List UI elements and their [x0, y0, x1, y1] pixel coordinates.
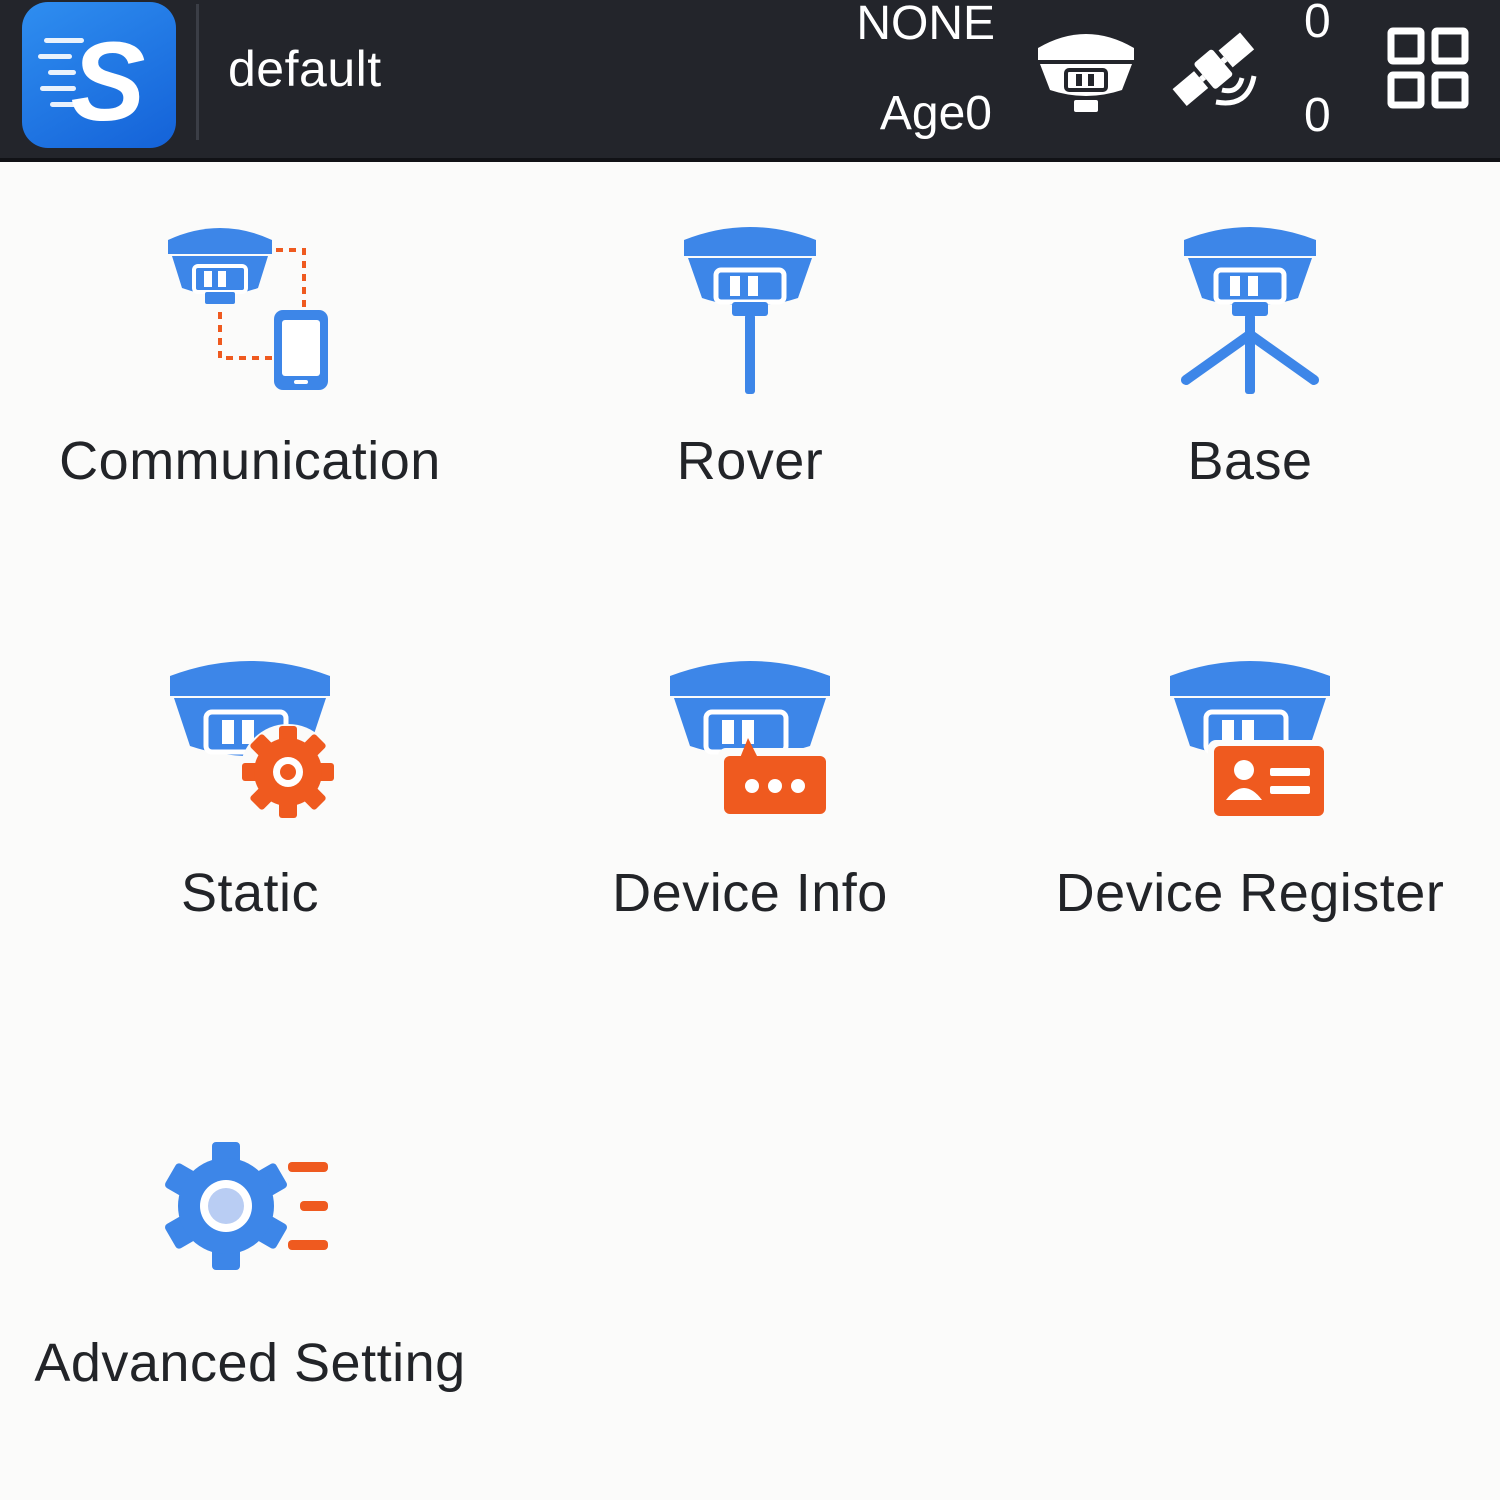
menu-item-label: Device Info: [612, 863, 888, 923]
menu-item-label: Device Register: [1055, 863, 1445, 923]
device-info-icon: [670, 661, 830, 818]
communication-icon: [168, 228, 328, 390]
device-register-icon: [1170, 661, 1334, 820]
app-logo-letter: S: [71, 19, 146, 144]
rover-icon: [684, 227, 816, 394]
solution-status: NONE: [856, 0, 995, 50]
profile-name[interactable]: default: [228, 40, 382, 98]
grid-menu-icon[interactable]: [1386, 26, 1470, 110]
base-icon: [1181, 227, 1319, 394]
static-icon: [170, 661, 336, 820]
menu-item-device-register[interactable]: Device Register: [1000, 652, 1500, 942]
top-status-bar: S default NONE Age0 0 0: [0, 0, 1500, 162]
receiver-icon[interactable]: [1030, 18, 1142, 118]
menu-item-label: Rover: [676, 431, 824, 491]
menu-item-label: Advanced Setting: [34, 1333, 466, 1393]
header-divider: [196, 4, 199, 140]
menu-item-communication[interactable]: Communication: [0, 218, 500, 508]
menu-item-label: Communication: [59, 431, 441, 491]
menu-item-advanced-setting[interactable]: Advanced Setting: [0, 1126, 500, 1416]
menu-item-device-info[interactable]: Device Info: [500, 652, 1000, 942]
satellite-icon: [1172, 32, 1257, 106]
app-logo[interactable]: S: [22, 2, 176, 148]
satellites-used-count: 0: [1304, 0, 1331, 48]
menu-item-label: Static: [180, 863, 320, 923]
correction-age: Age0: [879, 87, 992, 140]
menu-item-label: Base: [1187, 431, 1313, 491]
menu-item-base[interactable]: Base: [1000, 218, 1500, 508]
satellites-tracked-count: 0: [1304, 89, 1331, 142]
menu-item-static[interactable]: Static: [0, 652, 500, 942]
advanced-setting-icon: [165, 1142, 328, 1270]
menu-item-rover[interactable]: Rover: [500, 218, 1000, 508]
